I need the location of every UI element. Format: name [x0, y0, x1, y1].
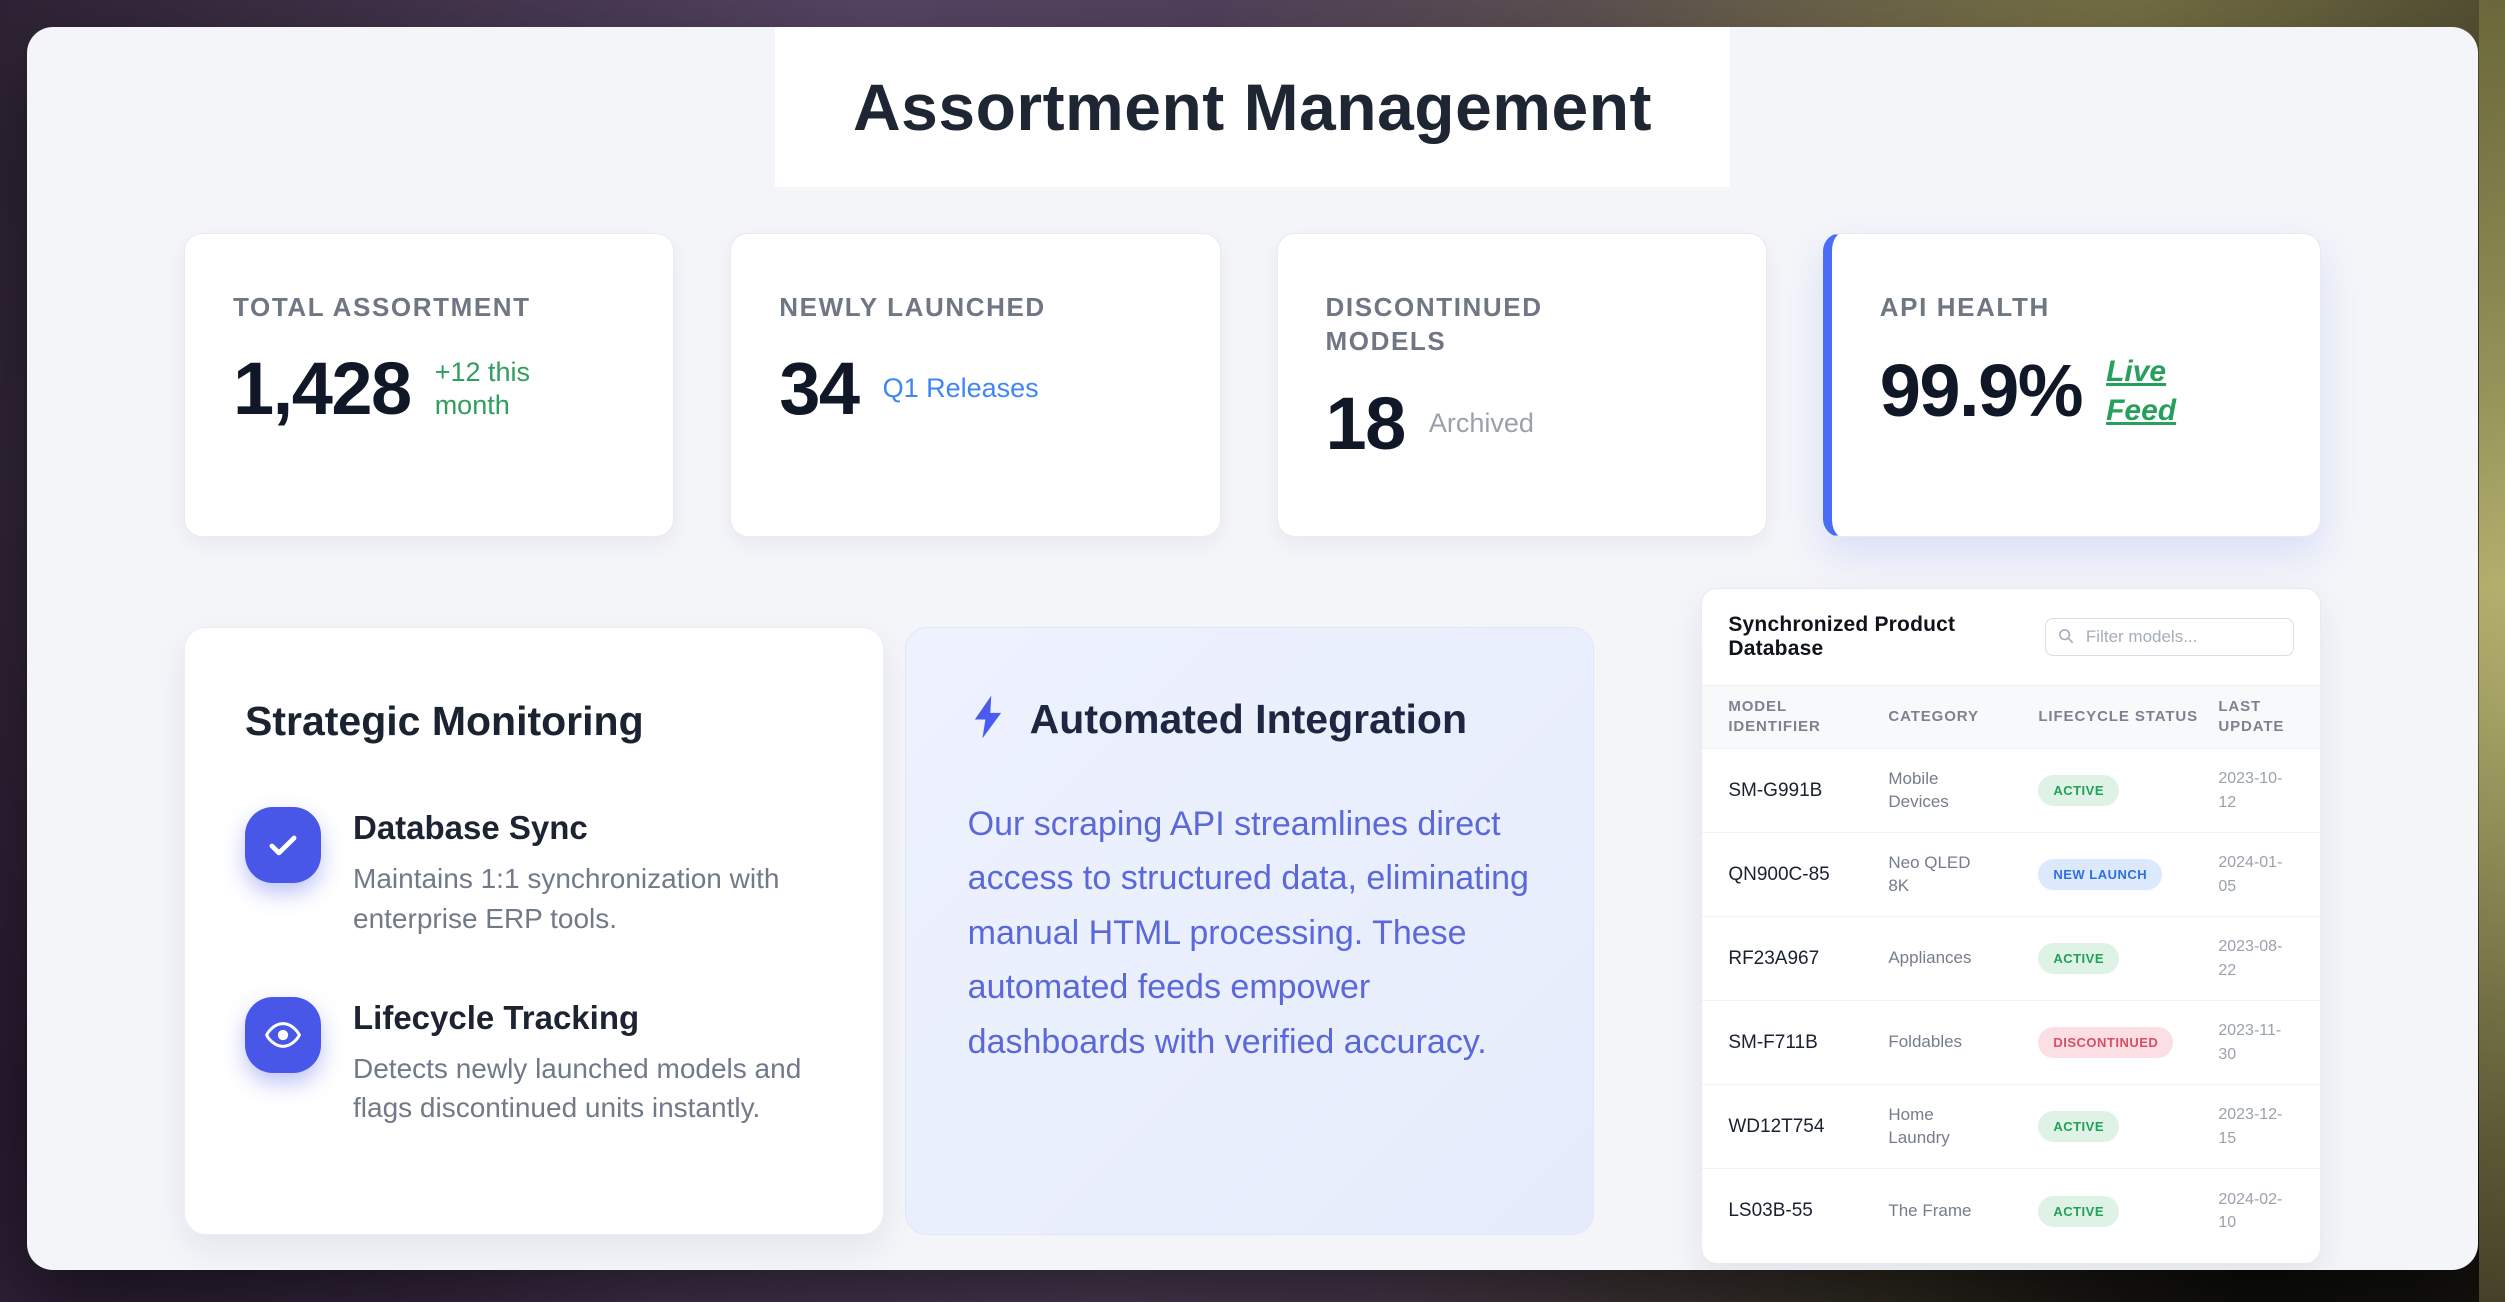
stat-value: 34	[779, 352, 858, 426]
stat-subtext: +12 this month	[435, 356, 555, 424]
stat-subtext: Q1 Releases	[883, 372, 1039, 406]
strategic-monitoring-card: Strategic Monitoring Database Sync Maint…	[184, 627, 884, 1235]
automated-integration-body: Our scraping API streamlines direct acce…	[968, 797, 1532, 1069]
monitoring-item-description: Detects newly launched models and flags …	[353, 1049, 813, 1129]
eye-icon	[245, 997, 321, 1073]
stat-card-api-health: API HEALTH 99.9% Live Feed	[1823, 233, 2321, 537]
monitoring-item-title: Lifecycle Tracking	[353, 999, 813, 1037]
table-row: RF23A967 Appliances ACTIVE 2023-08-22	[1702, 917, 2320, 1001]
table-row: QN900C-85 Neo QLED 8K NEW LAUNCH 2024-01…	[1702, 833, 2320, 917]
table-row: WD12T754 Home Laundry ACTIVE 2023-12-15	[1702, 1085, 2320, 1169]
last-update-cell: 2023-11-30	[2218, 1019, 2294, 1065]
stat-value: 99.9%	[1880, 354, 2082, 428]
table-row: SM-G991B Mobile Devices ACTIVE 2023-10-1…	[1702, 749, 2320, 833]
product-database-card: Synchronized Product Database MODEL IDEN…	[1701, 588, 2321, 1264]
category-cell: Neo QLED 8K	[1888, 852, 1980, 898]
table-header-bar: Synchronized Product Database	[1702, 589, 2320, 685]
stat-card-total-assortment: TOTAL ASSORTMENT 1,428 +12 this month	[184, 233, 674, 537]
monitoring-item-text: Database Sync Maintains 1:1 synchronizat…	[353, 807, 813, 939]
filter-input[interactable]	[2045, 618, 2294, 656]
category-cell: Home Laundry	[1888, 1104, 1980, 1150]
column-header-last-update: LAST UPDATE	[2218, 687, 2294, 748]
last-update-cell: 2023-12-15	[2218, 1103, 2294, 1149]
stats-row: TOTAL ASSORTMENT 1,428 +12 this month NE…	[184, 233, 2321, 537]
table-title: Synchronized Product Database	[1728, 613, 2045, 661]
stat-label: DISCONTINUED MODELS	[1326, 290, 1626, 359]
column-header-model-identifier: MODEL IDENTIFIER	[1728, 687, 1838, 748]
live-feed-link[interactable]: Live Feed	[2106, 352, 2184, 430]
stat-label: TOTAL ASSORTMENT	[233, 290, 533, 324]
model-cell: QN900C-85	[1728, 864, 1888, 886]
status-badge: ACTIVE	[2038, 1111, 2119, 1142]
monitoring-item-text: Lifecycle Tracking Detects newly launche…	[353, 997, 813, 1129]
stat-card-discontinued-models: DISCONTINUED MODELS 18 Archived	[1277, 233, 1767, 537]
model-cell: LS03B-55	[1728, 1200, 1888, 1222]
last-update-cell: 2024-01-05	[2218, 851, 2294, 897]
monitoring-item-title: Database Sync	[353, 809, 813, 847]
filter-search-box	[2045, 618, 2294, 656]
status-badge: ACTIVE	[2038, 943, 2119, 974]
category-cell: Appliances	[1888, 947, 1980, 970]
stat-card-newly-launched: NEWLY LAUNCHED 34 Q1 Releases	[730, 233, 1220, 537]
page-title-banner: Assortment Management	[775, 27, 1730, 187]
stat-value: 1,428	[233, 352, 411, 426]
stat-value: 18	[1326, 387, 1405, 461]
stat-main: 18 Archived	[1326, 387, 1718, 461]
table-row: LS03B-55 The Frame ACTIVE 2024-02-10	[1702, 1169, 2320, 1253]
last-update-cell: 2023-10-12	[2218, 767, 2294, 813]
status-badge: NEW LAUNCH	[2038, 859, 2162, 890]
automated-integration-title: Automated Integration	[1030, 696, 1467, 743]
model-cell: SM-F711B	[1728, 1032, 1888, 1054]
check-icon	[245, 807, 321, 883]
stat-label: API HEALTH	[1880, 290, 2180, 324]
stat-label: NEWLY LAUNCHED	[779, 290, 1079, 324]
model-cell: WD12T754	[1728, 1116, 1888, 1138]
monitoring-item-description: Maintains 1:1 synchronization with enter…	[353, 859, 813, 939]
content-row: Strategic Monitoring Database Sync Maint…	[184, 588, 2321, 1264]
category-cell: Mobile Devices	[1888, 768, 1980, 814]
column-header-category: CATEGORY	[1888, 697, 2038, 737]
lightning-bolt-icon	[968, 694, 1008, 745]
table-row: SM-F711B Foldables DISCONTINUED 2023-11-…	[1702, 1001, 2320, 1085]
search-icon	[2057, 627, 2075, 650]
page-title: Assortment Management	[853, 69, 1652, 145]
column-header-lifecycle-status: LIFECYCLE STATUS	[2038, 697, 2218, 737]
monitoring-item-lifecycle-tracking: Lifecycle Tracking Detects newly launche…	[245, 997, 823, 1129]
model-cell: RF23A967	[1728, 948, 1888, 970]
stat-main: 34 Q1 Releases	[779, 352, 1171, 426]
automated-integration-header: Automated Integration	[968, 694, 1532, 745]
model-cell: SM-G991B	[1728, 780, 1888, 802]
status-badge: ACTIVE	[2038, 1196, 2119, 1227]
stat-main: 99.9% Live Feed	[1880, 352, 2272, 430]
automated-integration-card: Automated Integration Our scraping API s…	[905, 627, 1595, 1235]
monitoring-item-database-sync: Database Sync Maintains 1:1 synchronizat…	[245, 807, 823, 939]
table-column-headers: MODEL IDENTIFIER CATEGORY LIFECYCLE STAT…	[1702, 685, 2320, 749]
stat-subtext: Archived	[1429, 407, 1534, 441]
stat-main: 1,428 +12 this month	[233, 352, 625, 426]
last-update-cell: 2024-02-10	[2218, 1188, 2294, 1234]
strategic-monitoring-title: Strategic Monitoring	[245, 698, 823, 745]
last-update-cell: 2023-08-22	[2218, 935, 2294, 981]
desktop-background: Assortment Management TOTAL ASSORTMENT 1…	[0, 0, 2505, 1302]
category-cell: The Frame	[1888, 1200, 1980, 1223]
status-badge: DISCONTINUED	[2038, 1027, 2173, 1058]
category-cell: Foldables	[1888, 1031, 1980, 1054]
status-badge: ACTIVE	[2038, 775, 2119, 806]
dashboard-panel: Assortment Management TOTAL ASSORTMENT 1…	[27, 27, 2478, 1270]
